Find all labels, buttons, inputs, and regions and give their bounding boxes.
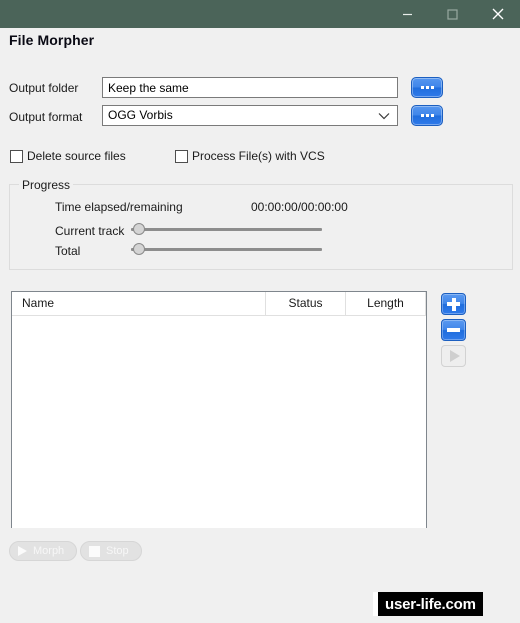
minimize-icon: [402, 9, 413, 20]
output-format-select[interactable]: OGG Vorbis: [102, 105, 398, 126]
page-title: File Morpher: [9, 32, 95, 48]
maximize-button[interactable]: [430, 0, 475, 28]
maximize-icon: [447, 8, 458, 20]
total-slider-track: [131, 248, 322, 251]
play-icon: [18, 546, 27, 556]
process-vcs-checkbox-row[interactable]: Process File(s) with VCS: [175, 149, 325, 163]
total-progress-label: Total: [55, 244, 81, 258]
ellipsis-icon: [420, 114, 434, 117]
watermark: user-life.com: [373, 592, 483, 616]
current-track-slider-track: [131, 228, 322, 231]
preview-play-button: [441, 345, 466, 367]
add-files-button[interactable]: [441, 293, 466, 315]
delete-source-files-checkbox-row[interactable]: Delete source files: [10, 149, 126, 163]
play-icon: [450, 350, 460, 362]
morph-button: Morph: [9, 541, 78, 561]
stop-button-label: Stop: [106, 545, 129, 557]
column-header-status[interactable]: Status: [265, 292, 345, 315]
file-list-header: Name Status Length: [12, 292, 426, 316]
chevron-down-icon: [378, 112, 390, 120]
close-button[interactable]: [475, 0, 520, 28]
current-track-progress-slider[interactable]: [131, 221, 322, 237]
ellipsis-icon: [420, 86, 434, 89]
browse-output-format-button[interactable]: [411, 105, 443, 126]
output-folder-input[interactable]: [102, 77, 398, 98]
minus-icon: [447, 328, 460, 332]
stop-square-icon: [89, 545, 100, 557]
total-slider-thumb[interactable]: [133, 243, 145, 255]
delete-source-files-label: Delete source files: [27, 149, 126, 163]
output-format-value: OGG Vorbis: [108, 108, 173, 122]
current-track-slider-thumb[interactable]: [133, 223, 145, 235]
column-header-spacer: [425, 292, 426, 315]
progress-group-title: Progress: [19, 178, 74, 192]
minimize-button[interactable]: [385, 0, 430, 28]
stop-button: Stop: [80, 541, 142, 561]
current-track-label: Current track: [55, 224, 125, 238]
file-list[interactable]: Name Status Length: [11, 291, 427, 528]
process-vcs-checkbox[interactable]: [175, 149, 188, 163]
close-icon: [492, 8, 504, 20]
time-elapsed-value: 00:00:00/00:00:00: [251, 200, 348, 214]
column-header-name[interactable]: Name: [12, 292, 265, 315]
watermark-text: user-life.com: [378, 592, 483, 616]
total-progress-slider[interactable]: [131, 241, 322, 257]
file-list-body[interactable]: [12, 316, 426, 528]
process-vcs-label: Process File(s) with VCS: [192, 149, 325, 163]
time-elapsed-label: Time elapsed/remaining: [55, 200, 183, 214]
column-header-length[interactable]: Length: [345, 292, 425, 315]
output-format-label: Output format: [9, 110, 83, 124]
delete-source-files-checkbox[interactable]: [10, 149, 23, 163]
browse-output-folder-button[interactable]: [411, 77, 443, 98]
remove-files-button[interactable]: [441, 319, 466, 341]
window-titlebar: [0, 0, 520, 28]
morph-button-label: Morph: [33, 545, 65, 557]
plus-icon: [447, 297, 460, 311]
output-folder-label: Output folder: [9, 81, 79, 95]
